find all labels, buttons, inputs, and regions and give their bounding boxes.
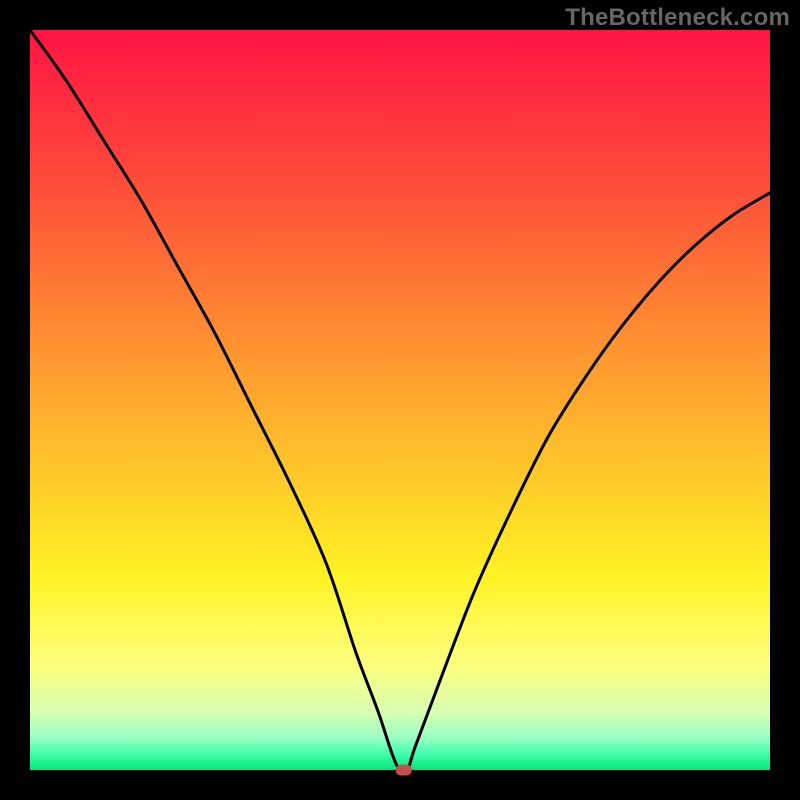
bottleneck-chart (0, 0, 800, 800)
plot-background (30, 30, 770, 770)
watermark-label: TheBottleneck.com (565, 4, 790, 32)
chart-frame: { "watermark": "TheBottleneck.com", "col… (0, 0, 800, 800)
optimal-marker (396, 765, 412, 776)
